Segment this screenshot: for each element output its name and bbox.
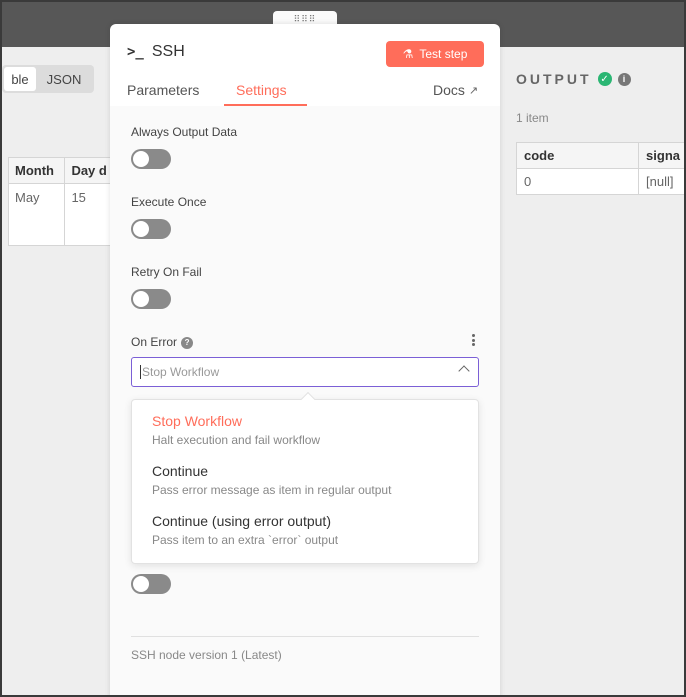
table-header-row: Month Day d (7, 157, 118, 184)
kebab-menu-icon[interactable] (470, 334, 476, 346)
column-header[interactable]: code (515, 142, 640, 169)
tab-settings[interactable]: Settings (236, 82, 287, 98)
option-stop-workflow[interactable]: Stop Workflow Halt execution and fail wo… (152, 413, 320, 447)
table-row: May 15 (7, 183, 118, 246)
terminal-icon: >_ (127, 44, 144, 60)
node-settings-modal: >_ SSH ⚗ Test step Parameters Settings D… (110, 24, 500, 695)
success-check-icon: ✓ (597, 72, 612, 86)
docs-label: Docs (433, 82, 465, 98)
item-count: 1 item (516, 111, 549, 125)
input-table: Month Day d May 15 (7, 157, 118, 246)
always-output-data-toggle[interactable] (131, 149, 171, 169)
info-icon[interactable]: i (617, 72, 631, 86)
always-output-data-label: Always Output Data (131, 125, 238, 139)
table-cell: 0 (515, 168, 640, 195)
on-error-dropdown: Stop Workflow Halt execution and fail wo… (131, 391, 479, 564)
hidden-setting-toggle[interactable] (131, 574, 171, 594)
retry-on-fail-label: Retry On Fail (131, 265, 202, 279)
table-view-option[interactable]: ble (4, 67, 36, 91)
divider (131, 636, 479, 637)
app-frame: ble JSON Month Day d May 15 OUTPUT ✓ i 1… (0, 0, 686, 697)
column-header[interactable]: Month (7, 157, 66, 184)
test-step-label: Test step (419, 47, 468, 61)
output-panel: OUTPUT ✓ i 1 item code signa 0 [null] (499, 47, 684, 695)
input-panel: ble JSON Month Day d May 15 (2, 47, 118, 695)
option-continue-error-output[interactable]: Continue (using error output) Pass item … (152, 513, 338, 547)
option-title: Continue (using error output) (152, 513, 331, 529)
table-cell: [null] (638, 168, 684, 195)
node-version: SSH node version 1 (Latest) (131, 648, 282, 662)
text-caret (140, 365, 141, 379)
option-description: Halt execution and fail workflow (152, 433, 321, 447)
test-step-button[interactable]: ⚗ Test step (386, 41, 484, 67)
chevron-up-icon (458, 365, 470, 377)
option-description: Pass item to an extra `error` output (152, 533, 339, 547)
option-continue[interactable]: Continue Pass error message as item in r… (152, 463, 391, 497)
tab-parameters[interactable]: Parameters (127, 82, 199, 98)
on-error-label-wrap: On Error? (131, 335, 194, 349)
option-title: Continue (152, 463, 209, 479)
help-icon[interactable]: ? (181, 336, 194, 349)
view-toggle: ble JSON (2, 65, 94, 93)
flask-icon: ⚗ (402, 47, 414, 61)
option-description: Pass error message as item in regular ou… (152, 483, 392, 497)
execute-once-label: Execute Once (131, 195, 207, 209)
tab-docs[interactable]: Docs ↗ (433, 82, 478, 98)
on-error-label: On Error (131, 335, 178, 349)
table-header-row: code signa (515, 142, 684, 169)
output-header: OUTPUT ✓ i (516, 71, 631, 87)
column-header[interactable]: signa (638, 142, 684, 169)
node-header: >_ SSH (127, 43, 185, 61)
node-title[interactable]: SSH (152, 43, 185, 61)
external-link-icon: ↗ (468, 84, 479, 97)
output-title: OUTPUT (516, 71, 592, 87)
option-title: Stop Workflow (152, 413, 242, 429)
json-view-option[interactable]: JSON (36, 67, 92, 91)
retry-on-fail-toggle[interactable] (131, 289, 171, 309)
on-error-select[interactable]: Stop Workflow (131, 357, 479, 387)
output-table: code signa 0 [null] (515, 142, 684, 195)
table-row: 0 [null] (515, 168, 684, 195)
execute-once-toggle[interactable] (131, 219, 171, 239)
on-error-selected-value: Stop Workflow (142, 365, 220, 379)
table-cell: May (7, 183, 66, 246)
tab-bar: Parameters Settings Docs ↗ (110, 76, 500, 106)
